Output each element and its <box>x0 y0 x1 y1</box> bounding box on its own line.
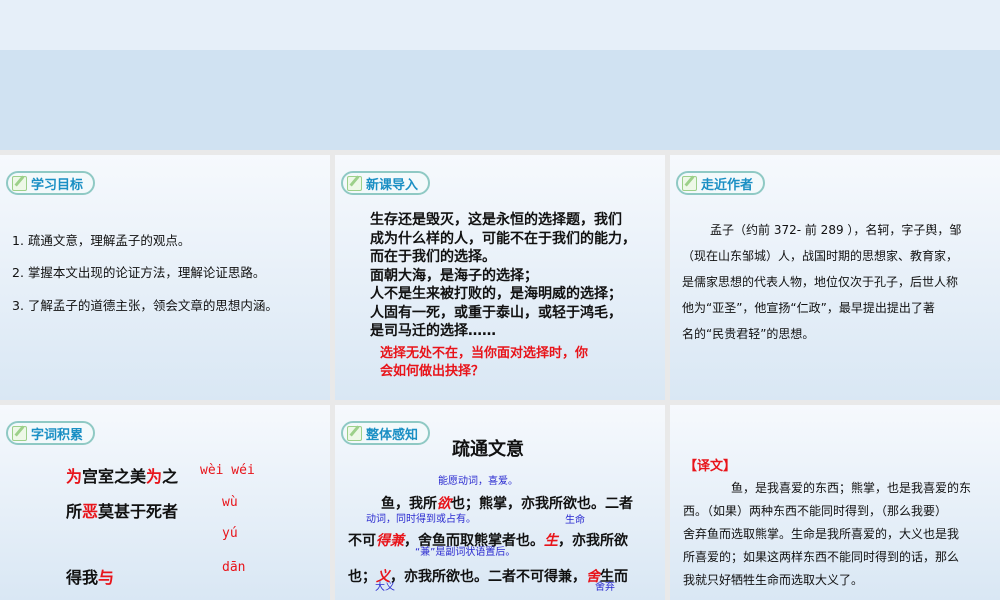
annotation: 舍弃 <box>595 582 615 593</box>
slide-learning-goals[interactable]: 学习目标 1. 疏通文意，理解孟子的观点。 2. 掌握本文出现的论证方法，理解论… <box>0 155 330 400</box>
question-text: 选择无处不在，当你面对选择时，你 会如何做出抉择？ <box>380 345 588 381</box>
text: 也； <box>348 569 376 585</box>
slide-translation[interactable]: 【译文】 鱼，是我喜爱的东西；熊掌，也是我喜爱的东 西。（如果）两种东西不能同时… <box>670 405 1000 600</box>
text-line: 人固有一死，或重于泰山，或轻于鸿毛， <box>370 304 622 321</box>
section-tag: 学习目标 <box>6 171 96 195</box>
annotation: 动词，同时得到或占有。 <box>366 514 476 525</box>
text-line: 是司马迁的选择…… <box>370 323 496 339</box>
edit-icon <box>682 175 697 191</box>
text: 宫室之美 <box>82 467 147 486</box>
text-line: 我就只好牺牲生命而选取大义了。 <box>683 573 864 587</box>
slide-overview[interactable]: 整体感知 疏通文意 能愿动词，喜爱。 鱼，我所欲也；熊掌，亦我所欲也。二者 动词… <box>335 405 665 600</box>
section-tag: 字词积累 <box>6 421 96 445</box>
vocab-line: 为宫室之美为之 <box>66 463 178 487</box>
edit-icon <box>347 425 362 441</box>
annotation: “兼”是副词状语置后。 <box>415 547 516 558</box>
tag-label: 整体感知 <box>366 427 419 443</box>
edit-icon <box>12 175 27 191</box>
translation-label: 【译文】 <box>684 459 737 474</box>
text: 之 <box>162 467 179 486</box>
slide-title: 疏通文意 <box>452 439 524 460</box>
tag-label: 走近作者 <box>701 177 754 193</box>
highlight: 得兼 <box>376 533 404 549</box>
text-line: 而在于我们的选择。 <box>370 249 496 265</box>
text-line: 孟子（约前 372- 前 289 ），名轲，字子舆，邹 <box>710 223 962 237</box>
translation-text: 鱼，是我喜爱的东西；熊掌，也是我喜爱的东 西。（如果）两种东西不能同时得到，（那… <box>683 477 971 592</box>
slide-vocabulary[interactable]: 字词积累 为宫室之美为之 所恶莫甚于死者 得我与 wèi wéi wù yú d… <box>0 405 330 600</box>
slide-author[interactable]: 走近作者 孟子（约前 372- 前 289 ），名轲，字子舆，邹 （现在山东邹城… <box>670 155 1000 400</box>
edit-icon <box>347 175 362 191</box>
top-bar <box>0 0 1000 50</box>
text: 也；熊掌，亦我所欲也。二者 <box>451 496 633 512</box>
highlight: 恶 <box>82 502 99 521</box>
edit-icon <box>12 425 27 441</box>
text: 不可 <box>348 533 376 549</box>
text: 得我 <box>66 568 99 587</box>
tag-label: 字词积累 <box>31 427 84 443</box>
slide-intro[interactable]: 新课导入 生存还是毁灭，这是永恒的选择题，我们 成为什么样的人，可能不在于我们的… <box>335 155 665 400</box>
pinyin: wù <box>222 495 238 510</box>
section-tag: 新课导入 <box>341 171 431 195</box>
text-line: 名的“民贵君轻”的思想。 <box>682 327 815 341</box>
highlight: 为 <box>146 467 163 486</box>
annotation: 生命 <box>565 515 585 526</box>
annotation: 能愿动词，喜爱。 <box>438 476 518 487</box>
text: ，亦我所欲也。二者不可得兼， <box>390 569 586 585</box>
text-line: 是儒家思想的代表人物，地位仅次于孔子，后世人称 <box>682 275 959 289</box>
goal-item: 1. 疏通文意，理解孟子的观点。 <box>12 233 191 248</box>
goal-item: 3. 了解孟子的道德主张，领会文章的思想内涵。 <box>12 298 278 313</box>
text-line: 鱼，是我喜爱的东西；熊掌，也是我喜爱的东 <box>731 481 972 495</box>
section-tag: 走近作者 <box>676 171 766 195</box>
text-line: （现在山东邹城）人，战国时期的思想家、教育家， <box>682 249 959 263</box>
pinyin: yú <box>222 526 238 541</box>
highlight: 为 <box>66 467 83 486</box>
text: 所 <box>66 502 83 521</box>
text-line: 所喜爱的；如果这两样东西不能同时得到的话，那么 <box>683 550 960 564</box>
text-line: 人不是生来被打败的，是海明威的选择； <box>370 286 622 302</box>
highlight: 与 <box>98 568 115 587</box>
vocab-line: 所恶莫甚于死者 <box>66 498 178 522</box>
text-line: 会如何做出抉择？ <box>380 364 485 379</box>
pinyin: dān <box>222 560 246 575</box>
highlight: 生 <box>544 533 558 549</box>
text-line: 生存还是毁灭，这是永恒的选择题，我们 <box>370 212 622 228</box>
tag-label: 新课导入 <box>366 177 419 193</box>
title-band <box>0 50 1000 150</box>
author-text: 孟子（约前 372- 前 289 ），名轲，字子舆，邹 （现在山东邹城）人，战国… <box>682 217 961 347</box>
text-line: 西。（如果）两种东西不能同时得到，（那么我要） <box>683 504 948 518</box>
text-line: 成为什么样的人，可能不在于我们的能力， <box>370 230 636 247</box>
text: ，亦我所欲 <box>558 533 628 549</box>
pinyin: wèi wéi <box>200 463 255 478</box>
vocab-line: 得我与 <box>66 564 114 588</box>
text-line: 舍弃鱼而选取熊掌。生命是我所喜爱的，大义也是我 <box>683 527 960 541</box>
tag-label: 学习目标 <box>31 177 84 193</box>
annotation: 大义 <box>375 582 395 593</box>
text-line: 面朝大海，是海子的选择； <box>370 267 538 284</box>
goal-item: 2. 掌握本文出现的论证方法，理解论证思路。 <box>12 265 266 280</box>
text: 莫甚于死者 <box>98 502 179 521</box>
text-line: 选择无处不在，当你面对选择时，你 <box>380 346 589 361</box>
intro-text: 生存还是毁灭，这是永恒的选择题，我们 成为什么样的人，可能不在于我们的能力， 而… <box>370 211 636 341</box>
section-tag: 整体感知 <box>341 421 431 445</box>
text-line: 他为“亚圣”，他宣扬“仁政”，最早提出提出了著 <box>682 301 935 315</box>
